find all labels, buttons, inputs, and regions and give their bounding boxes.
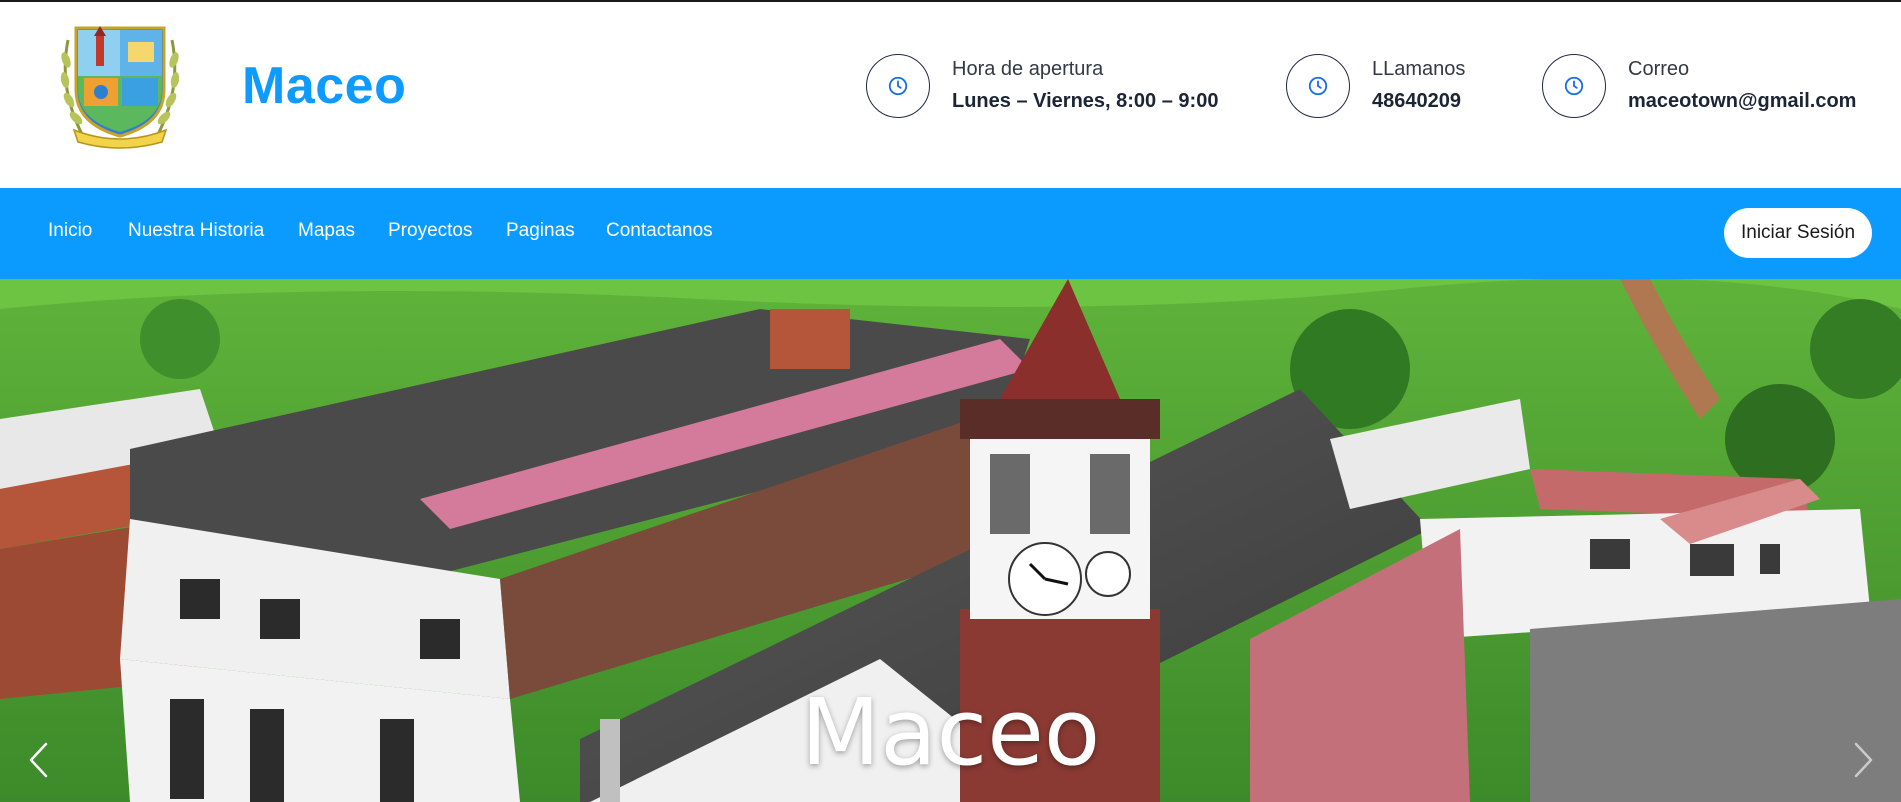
nav-item-contactanos[interactable]: Contactanos [606, 220, 713, 242]
nav-item-nuestra-historia[interactable]: Nuestra Historia [128, 220, 264, 242]
contact-label: LLamanos [1372, 58, 1466, 80]
coat-of-arms-icon[interactable] [54, 20, 186, 150]
nav-item-proyectos[interactable]: Proyectos [388, 220, 472, 242]
main-nav: Inicio Nuestra Historia Mapas Proyectos … [0, 188, 1901, 279]
clock-icon [1286, 54, 1350, 118]
clock-icon [1542, 54, 1606, 118]
site-name[interactable]: Maceo [242, 56, 406, 116]
hero-title: Maceo [800, 679, 1101, 786]
clock-icon [866, 54, 930, 118]
chevron-right-icon[interactable] [1844, 735, 1884, 785]
nav-item-mapas[interactable]: Mapas [298, 220, 355, 242]
chevron-left-icon[interactable] [18, 735, 58, 785]
contact-label: Correo [1628, 58, 1690, 80]
site-header: Maceo Hora de apertura Lunes – Viernes, … [0, 2, 1901, 188]
contact-label: Hora de apertura [952, 58, 1104, 80]
hero-slider: Maceo [0, 279, 1901, 802]
login-button[interactable]: Iniciar Sesión [1724, 208, 1872, 258]
contact-value[interactable]: maceotown@gmail.com [1628, 90, 1856, 113]
nav-item-inicio[interactable]: Inicio [48, 220, 92, 242]
nav-item-paginas[interactable]: Paginas [506, 220, 575, 242]
contact-value: Lunes – Viernes, 8:00 – 9:00 [952, 90, 1219, 112]
contact-value: 48640209 [1372, 90, 1461, 112]
